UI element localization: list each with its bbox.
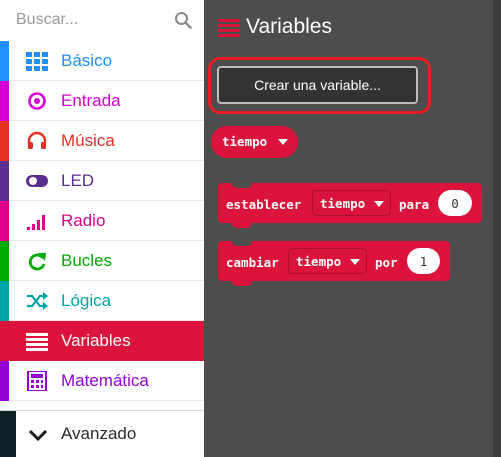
category-entrada[interactable]: Entrada <box>0 81 204 121</box>
number-value: 1 <box>419 254 428 269</box>
category-color-bar <box>0 361 9 401</box>
category-variables[interactable]: Variables <box>0 321 204 361</box>
shuffle-icon <box>27 292 48 310</box>
category-color-bar <box>0 201 9 241</box>
variable-name: tiempo <box>222 134 268 149</box>
category-label: Avanzado <box>61 424 137 443</box>
block-keyword: cambiar <box>226 255 279 270</box>
calculator-icon <box>27 371 47 391</box>
number-input[interactable]: 1 <box>407 248 440 274</box>
variable-reporter-block[interactable]: tiempo <box>211 126 298 158</box>
search-input[interactable] <box>16 8 166 32</box>
category-label: Música <box>61 131 115 150</box>
variable-dropdown[interactable]: tiempo <box>288 248 367 274</box>
dropdown-value: tiempo <box>296 254 342 269</box>
category-color-bar <box>0 161 9 201</box>
category-label: Bucles <box>61 251 113 270</box>
refresh-icon <box>28 253 46 271</box>
category-color-bar <box>0 41 9 81</box>
create-variable-button[interactable]: Crear una variable... <box>217 66 418 104</box>
block-tab <box>232 223 252 228</box>
category-label: Básico <box>61 51 113 70</box>
change-variable-block[interactable]: cambiar tiempo por 1 <box>218 241 450 286</box>
target-icon <box>28 92 46 110</box>
toolbox: Básico Entrada Música LED <box>0 0 204 457</box>
search-box <box>6 4 198 36</box>
signal-bars-icon <box>27 215 45 230</box>
category-avanzado[interactable]: Avanzado <box>0 410 204 457</box>
category-label: LED <box>61 171 95 190</box>
chevron-down-icon <box>28 429 48 442</box>
search-icon[interactable] <box>174 11 192 29</box>
dropdown-arrow-icon <box>350 259 360 265</box>
category-label: Lógica <box>61 291 112 310</box>
workspace-edge <box>493 0 501 457</box>
toggle-icon <box>26 175 48 187</box>
category-color-bar <box>0 321 9 361</box>
category-led[interactable]: LED <box>0 161 204 201</box>
category-basico[interactable]: Básico <box>0 41 204 81</box>
dropdown-arrow-icon[interactable] <box>278 139 288 146</box>
dropdown-value: tiempo <box>320 196 366 211</box>
set-variable-block[interactable]: establecer tiempo para 0 <box>218 183 482 228</box>
category-color-bar <box>0 81 9 121</box>
category-color-bar <box>0 241 9 281</box>
category-color-bar <box>0 281 9 321</box>
headphones-icon <box>27 131 47 149</box>
block-connector: para <box>399 197 430 212</box>
category-bucles[interactable]: Bucles <box>0 241 204 281</box>
category-radio[interactable]: Radio <box>0 201 204 241</box>
dropdown-arrow-icon <box>374 201 384 207</box>
block-notch <box>232 183 252 188</box>
category-musica[interactable]: Música <box>0 121 204 161</box>
category-color-bar <box>0 121 9 161</box>
grid-icon <box>26 52 48 71</box>
block-tab <box>232 281 252 286</box>
category-logica[interactable]: Lógica <box>0 281 204 321</box>
block-connector: por <box>375 255 398 270</box>
category-color-bar <box>0 411 16 457</box>
block-notch <box>232 241 252 246</box>
category-label: Radio <box>61 211 106 230</box>
category-matematica[interactable]: Matemática <box>0 361 204 401</box>
category-label: Entrada <box>61 91 121 110</box>
list-icon <box>26 333 48 351</box>
category-label: Variables <box>61 331 131 350</box>
variable-dropdown[interactable]: tiempo <box>312 190 391 216</box>
number-input[interactable]: 0 <box>438 190 472 216</box>
category-label: Matemática <box>61 371 149 390</box>
number-value: 0 <box>451 196 459 211</box>
block-keyword: establecer <box>226 197 302 212</box>
flyout-title: Variables <box>246 15 332 38</box>
list-icon <box>218 19 240 37</box>
